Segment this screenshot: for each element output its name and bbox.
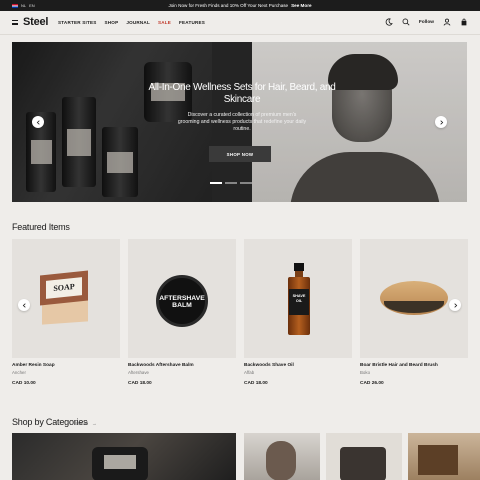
see-all-link[interactable]: See All xyxy=(74,421,88,426)
account-icon[interactable] xyxy=(443,18,451,26)
hero-prev-button[interactable] xyxy=(32,116,44,128)
announcement-message: Join Now for Fresh Finds and 10% Off You… xyxy=(168,3,289,8)
carousel-next-button[interactable] xyxy=(449,299,461,311)
chevron-right-icon xyxy=(439,119,443,125)
see-more-link[interactable]: See More xyxy=(291,3,311,8)
cart-icon[interactable] xyxy=(460,18,468,26)
nav-starter-sites[interactable]: STARTER SITES xyxy=(58,20,97,25)
tin-label: AFTERSHAVE BALM xyxy=(159,295,205,309)
product-vendor: Ancher xyxy=(12,370,26,375)
category-box xyxy=(418,445,458,475)
nav-sale[interactable]: SALE xyxy=(158,20,171,25)
shop-now-button[interactable]: SHOP NOW xyxy=(209,146,271,162)
balm-tin-illustration: AFTERSHAVE BALM xyxy=(156,275,208,327)
announcement-bar: NL EN Join Now for Fresh Finds and 10% O… xyxy=(0,0,480,11)
arrow-right-icon[interactable]: → xyxy=(92,421,97,426)
product-image[interactable]: SHAVE OIL xyxy=(244,239,352,358)
nav-features[interactable]: FEATURES xyxy=(179,20,205,25)
slide-indicators xyxy=(210,182,252,184)
category-card[interactable] xyxy=(408,433,480,480)
announcement-text: Join Now for Fresh Finds and 10% Off You… xyxy=(0,3,480,8)
featured-carousel: SOAP Amber Resin Soap Ancher CAD 10.00 A… xyxy=(12,239,468,399)
slide-dot[interactable] xyxy=(210,182,222,184)
hero-slideshow: All-In-One Wellness Sets for Hair, Beard… xyxy=(12,42,467,202)
product-vendor: Aftershave xyxy=(128,370,149,375)
main-nav: STARTER SITES SHOP JOURNAL SALE FEATURES xyxy=(58,20,205,25)
brush-illustration xyxy=(380,281,448,315)
hero-subtitle: Discover a curated collection of premium… xyxy=(177,112,307,132)
slide-dot[interactable] xyxy=(225,182,237,184)
chevron-right-icon xyxy=(453,302,457,308)
category-model xyxy=(266,441,296,480)
bottle-label: SHAVE OIL xyxy=(289,289,309,315)
product-name[interactable]: Amber Resin Soap xyxy=(12,363,55,368)
product-name[interactable]: Boar Bristle Hair and Beard Brush xyxy=(360,363,438,368)
product-card[interactable]: SHAVE OIL Backwoods Shave Oil Affab CAD … xyxy=(244,239,352,386)
oil-bottle-illustration: SHAVE OIL xyxy=(288,263,310,335)
product-image[interactable]: AFTERSHAVE BALM xyxy=(128,239,236,358)
nav-journal[interactable]: JOURNAL xyxy=(126,20,150,25)
chevron-left-icon xyxy=(22,302,26,308)
category-grid xyxy=(12,433,480,480)
header-actions: Follow xyxy=(385,18,468,26)
product-price: CAD 10.00 xyxy=(12,381,36,386)
category-card[interactable] xyxy=(326,433,402,480)
hero-title: All-In-One Wellness Sets for Hair, Beard… xyxy=(148,82,336,105)
category-card[interactable] xyxy=(12,433,236,480)
soap-illustration: SOAP xyxy=(40,270,88,325)
category-card[interactable] xyxy=(244,433,320,480)
product-image[interactable]: SOAP xyxy=(12,239,120,358)
product-name[interactable]: Backwoods Shave Oil xyxy=(244,363,294,368)
slide-dot[interactable] xyxy=(240,182,252,184)
product-card[interactable]: SOAP Amber Resin Soap Ancher CAD 10.00 xyxy=(12,239,120,386)
search-icon[interactable] xyxy=(402,18,410,26)
product-price: CAD 18.00 xyxy=(128,381,152,386)
product-price: CAD 26.00 xyxy=(360,381,384,386)
follow-button[interactable]: Follow xyxy=(419,20,434,25)
product-vendor: Boko xyxy=(360,370,371,375)
chevron-left-icon xyxy=(36,119,40,125)
site-header: Steel STARTER SITES SHOP JOURNAL SALE FE… xyxy=(0,11,480,35)
carousel-prev-button[interactable] xyxy=(18,299,30,311)
soap-label: SOAP xyxy=(46,277,82,299)
category-jar-label xyxy=(104,455,136,469)
product-vendor: Affab xyxy=(244,370,255,375)
hero-next-button[interactable] xyxy=(435,116,447,128)
product-price: CAD 18.00 xyxy=(244,381,268,386)
featured-title: Featured Items xyxy=(12,222,70,232)
product-name[interactable]: Backwoods Aftershave Balm xyxy=(128,363,194,368)
site-logo[interactable]: Steel xyxy=(23,16,48,28)
menu-icon[interactable] xyxy=(12,20,18,25)
nav-shop[interactable]: SHOP xyxy=(105,20,119,25)
theme-toggle-icon[interactable] xyxy=(385,18,393,26)
category-tin xyxy=(340,447,386,480)
product-card[interactable]: AFTERSHAVE BALM Backwoods Aftershave Bal… xyxy=(128,239,236,386)
